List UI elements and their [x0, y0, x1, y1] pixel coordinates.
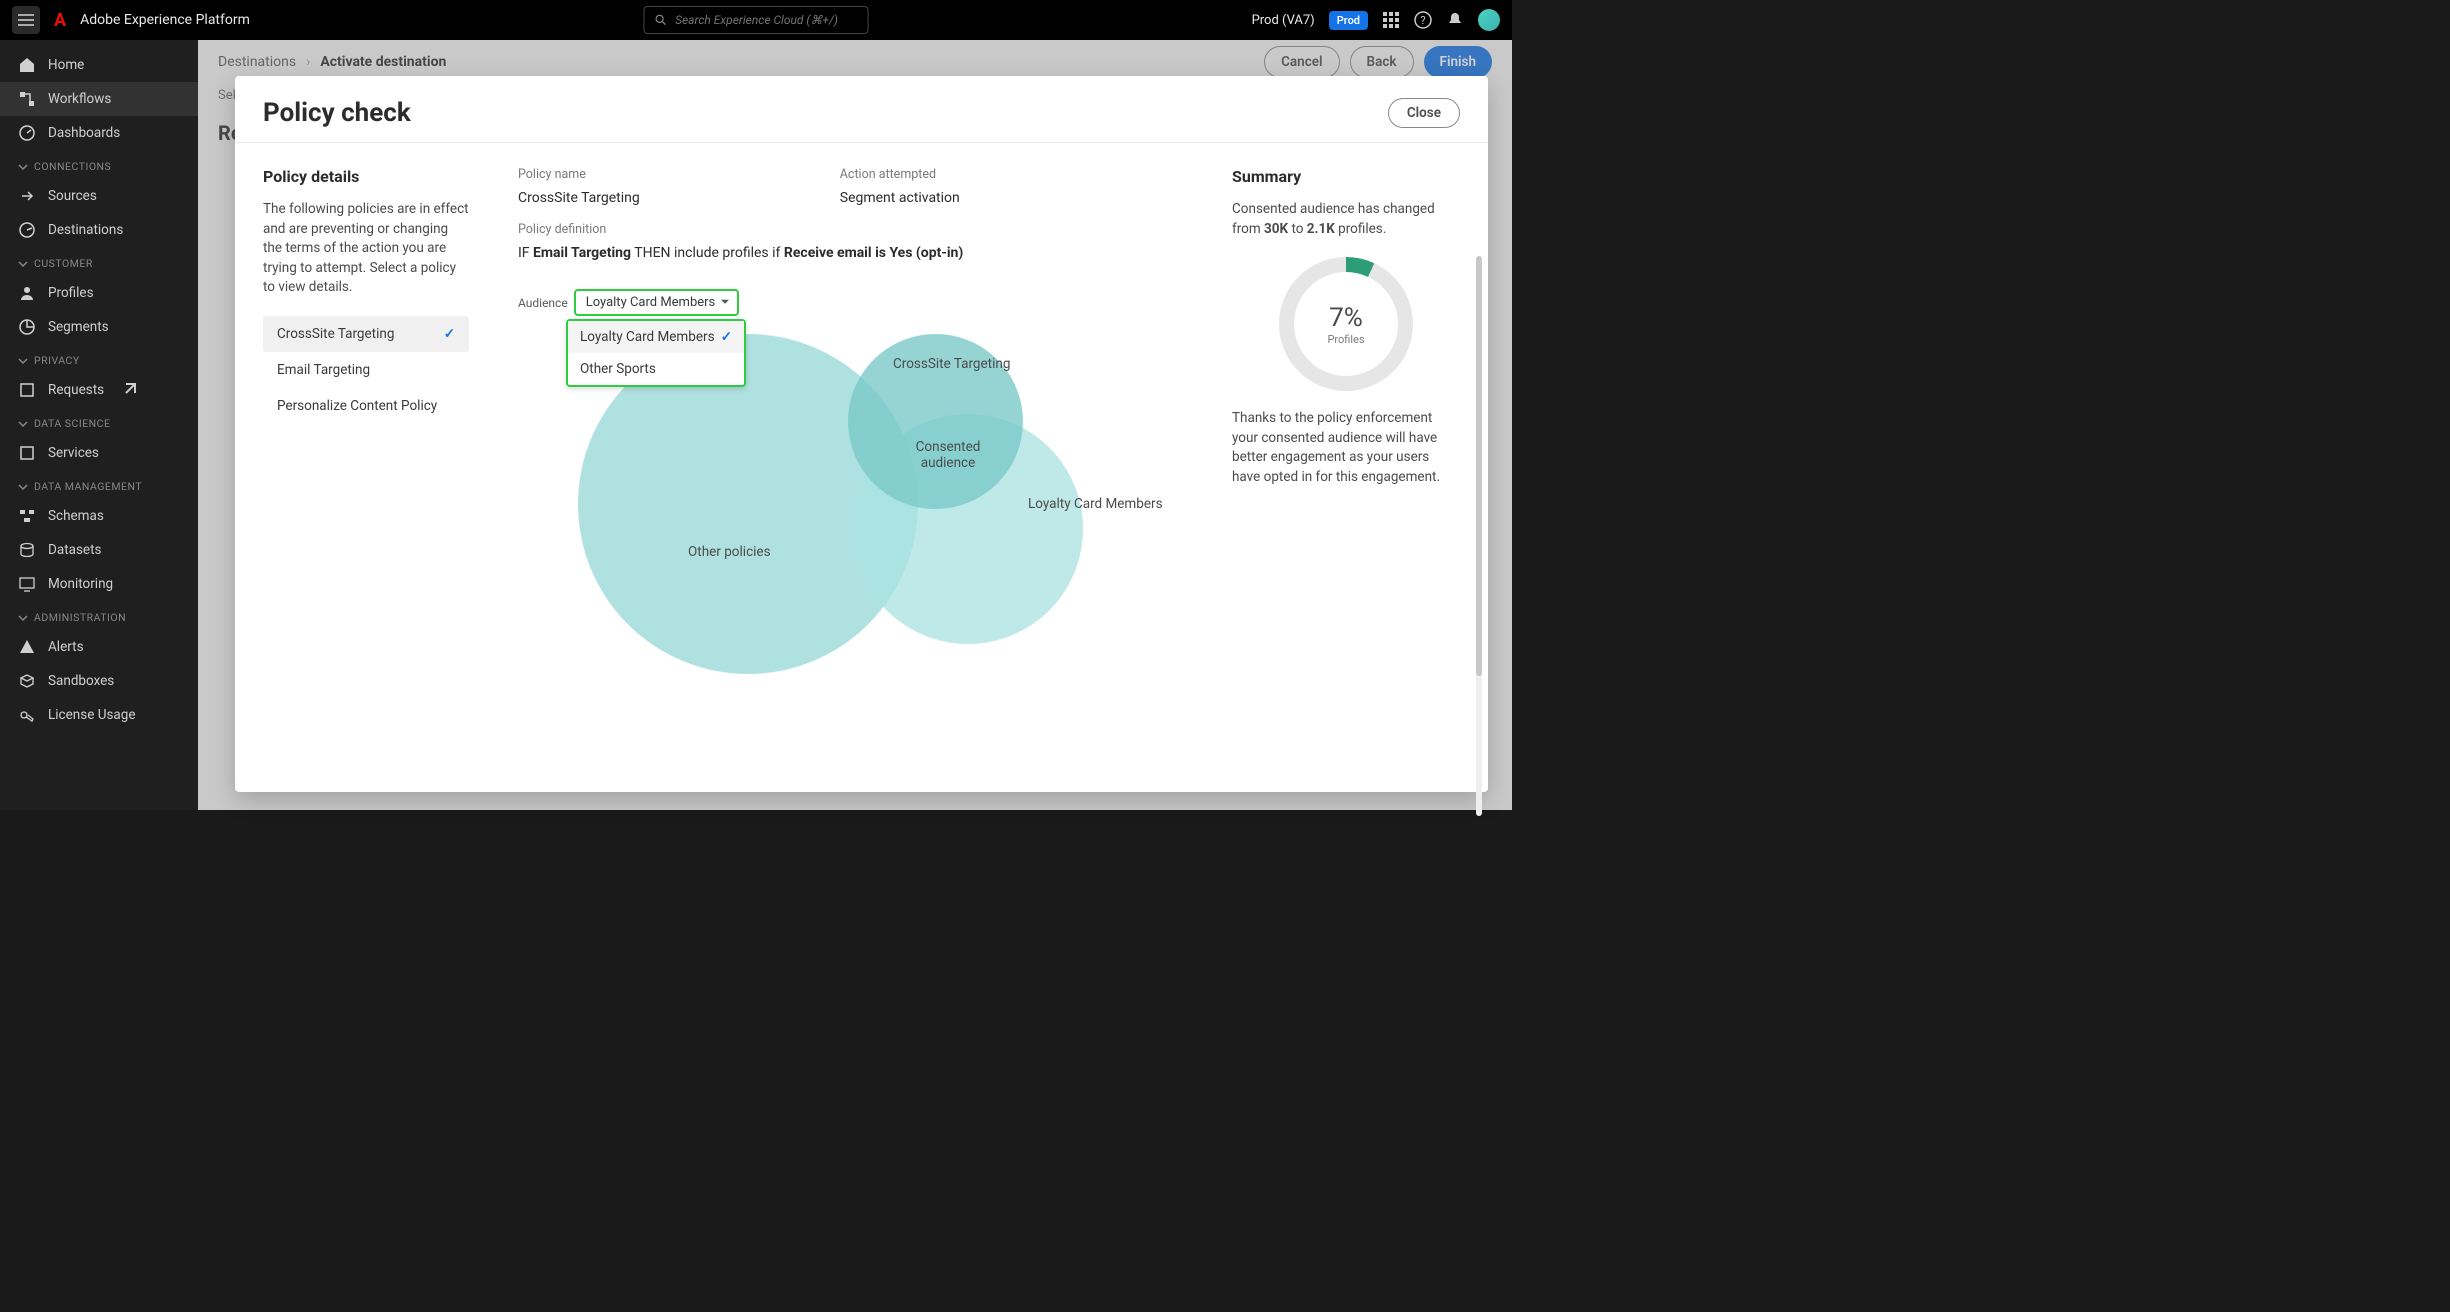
policy-item-personalize[interactable]: Personalize Content Policy	[263, 388, 469, 424]
nav-services[interactable]: Services	[0, 436, 198, 470]
bell-icon[interactable]	[1446, 11, 1464, 29]
summary-heading: Summary	[1232, 167, 1460, 186]
nav-datasets[interactable]: Datasets	[0, 533, 198, 567]
help-icon[interactable]: ?	[1414, 11, 1432, 29]
nav-label: Schemas	[48, 508, 104, 524]
external-link-icon	[120, 381, 138, 399]
summary-line-2: Thanks to the policy enforcement your co…	[1232, 409, 1460, 487]
policy-check-modal: Policy check Close Policy details The fo…	[235, 76, 1488, 792]
nav-section-datascience[interactable]: DATA SCIENCE	[0, 407, 198, 436]
nav-label: Monitoring	[48, 576, 113, 592]
nav-label: Destinations	[48, 222, 123, 238]
check-icon: ✓	[444, 326, 455, 342]
apps-icon[interactable]	[1382, 11, 1400, 29]
scrollbar-thumb[interactable]	[1476, 256, 1482, 676]
hamburger-icon	[18, 12, 34, 28]
adobe-logo-icon: A	[54, 10, 66, 31]
audience-option-loyalty[interactable]: Loyalty Card Members✓	[568, 321, 744, 353]
chevron-down-icon	[18, 259, 28, 269]
nav-sources[interactable]: Sources	[0, 179, 198, 213]
nav-home[interactable]: Home	[0, 48, 198, 82]
nav-label: Requests	[48, 382, 104, 398]
sidebar: Home Workflows Dashboards CONNECTIONS So…	[0, 40, 198, 810]
chevron-down-icon	[18, 162, 28, 172]
nav-section-privacy[interactable]: PRIVACY	[0, 344, 198, 373]
scrollbar[interactable]	[1476, 256, 1482, 816]
venn-label-loyalty: Loyalty Card Members	[1028, 496, 1163, 512]
venn-label-consent: Consented audience	[908, 439, 988, 471]
check-icon: ✓	[721, 329, 732, 345]
app-name: Adobe Experience Platform	[80, 12, 250, 28]
policy-details-desc: The following policies are in effect and…	[263, 200, 469, 298]
search-icon	[655, 13, 668, 27]
nav-label: Profiles	[48, 285, 94, 301]
nav-label: Dashboards	[48, 125, 120, 141]
action-label: Action attempted	[840, 167, 960, 182]
env-badge: Prod	[1329, 11, 1368, 30]
nav-requests[interactable]: Requests	[0, 373, 198, 407]
donut-label: Profiles	[1327, 333, 1364, 346]
venn-label-cross: CrossSite Targeting	[893, 356, 1010, 372]
audience-select[interactable]: Loyalty Card Members	[574, 289, 740, 316]
policy-def-label: Policy definition	[518, 222, 1192, 237]
nav-label: Sources	[48, 188, 97, 204]
chevron-down-icon	[18, 482, 28, 492]
search-input-wrap[interactable]	[644, 6, 869, 34]
audience-option-other-sports[interactable]: Other Sports	[568, 353, 744, 385]
nav-alerts[interactable]: Alerts	[0, 630, 198, 664]
nav-section-customer[interactable]: CUSTOMER	[0, 247, 198, 276]
nav-segments[interactable]: Segments	[0, 310, 198, 344]
nav-section-datamgmt[interactable]: DATA MANAGEMENT	[0, 470, 198, 499]
close-button[interactable]: Close	[1388, 98, 1460, 128]
audience-label: Audience	[518, 296, 568, 310]
policy-item-email[interactable]: Email Targeting	[263, 352, 469, 388]
summary-line-1: Consented audience has changed from 30K …	[1232, 200, 1460, 239]
search-input[interactable]	[675, 13, 857, 27]
nav-label: Services	[48, 445, 99, 461]
nav-section-admin[interactable]: ADMINISTRATION	[0, 601, 198, 630]
nav-sandboxes[interactable]: Sandboxes	[0, 664, 198, 698]
nav-label: Workflows	[48, 91, 111, 107]
chevron-down-icon	[18, 356, 28, 366]
nav-schemas[interactable]: Schemas	[0, 499, 198, 533]
action-value: Segment activation	[840, 190, 960, 206]
nav-label: Datasets	[48, 542, 101, 558]
nav-section-connections[interactable]: CONNECTIONS	[0, 150, 198, 179]
donut-chart: 7% Profiles	[1279, 257, 1413, 391]
policy-details-heading: Policy details	[263, 167, 469, 186]
nav-workflows[interactable]: Workflows	[0, 82, 198, 116]
audience-dropdown: Loyalty Card Members✓ Other Sports	[566, 319, 746, 387]
policy-def-value: IF Email Targeting THEN include profiles…	[518, 245, 1192, 261]
nav-dashboards[interactable]: Dashboards	[0, 116, 198, 150]
svg-text:?: ?	[1420, 14, 1425, 27]
nav-profiles[interactable]: Profiles	[0, 276, 198, 310]
policy-item-crosssite[interactable]: CrossSite Targeting✓	[263, 316, 469, 352]
policy-name-label: Policy name	[518, 167, 640, 182]
nav-label: Alerts	[48, 639, 84, 655]
modal-title: Policy check	[263, 98, 411, 128]
chevron-down-icon	[18, 419, 28, 429]
nav-monitoring[interactable]: Monitoring	[0, 567, 198, 601]
policy-name-value: CrossSite Targeting	[518, 190, 640, 206]
chevron-down-icon	[18, 613, 28, 623]
avatar[interactable]	[1478, 9, 1500, 31]
nav-license[interactable]: License Usage	[0, 698, 198, 732]
nav-label: Sandboxes	[48, 673, 114, 689]
nav-destinations[interactable]: Destinations	[0, 213, 198, 247]
nav-label: License Usage	[48, 707, 136, 723]
nav-label: Segments	[48, 319, 109, 335]
hamburger-button[interactable]	[12, 6, 40, 34]
venn-label-other: Other policies	[688, 544, 771, 560]
nav-label: Home	[48, 57, 84, 73]
donut-percent: 7%	[1327, 303, 1364, 333]
org-switcher[interactable]: Prod (VA7)	[1252, 13, 1315, 28]
